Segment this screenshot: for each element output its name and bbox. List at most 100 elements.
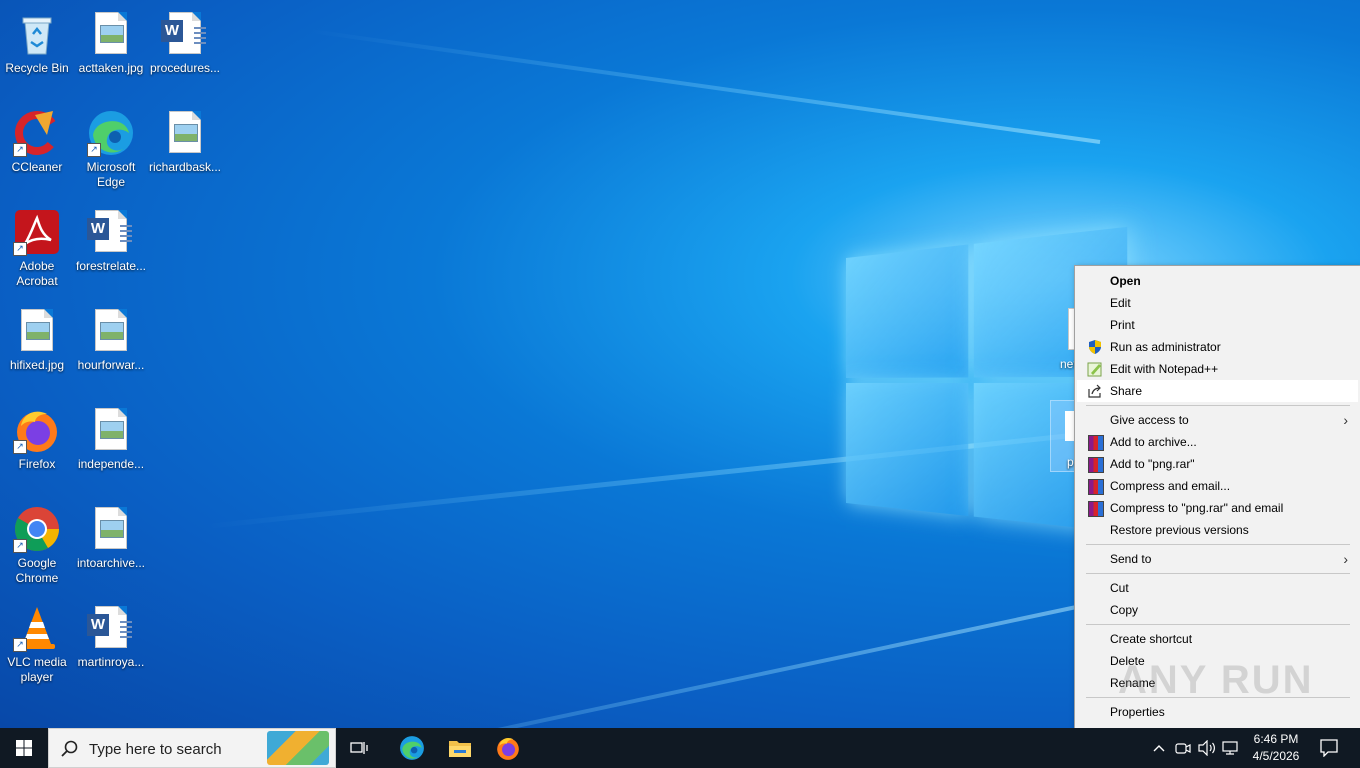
desktop-icon-richardbask[interactable]: richardbask... [148, 103, 222, 175]
camera-icon [1175, 741, 1191, 755]
tray-network-button[interactable] [1220, 728, 1242, 768]
desktop-icon-label: Microsoft Edge [74, 160, 148, 190]
task-view-button[interactable] [340, 728, 380, 768]
chevron-right-icon: › [1343, 409, 1348, 431]
chrome-icon: ↗ [13, 505, 61, 553]
desktop-icon-hifixed[interactable]: hifixed.jpg [0, 301, 74, 373]
menu-item-add-to-png-rar[interactable]: Add to "png.rar" [1077, 453, 1358, 475]
menu-item-label: Open [1110, 270, 1141, 292]
menu-item-add-to-archive[interactable]: Add to archive... [1077, 431, 1358, 453]
firefox-icon [495, 735, 521, 761]
menu-item-copy[interactable]: Copy [1077, 599, 1358, 621]
desktop-icon-label: intoarchive... [74, 556, 148, 571]
menu-item-label: Copy [1110, 599, 1138, 621]
desktop-icon-chrome[interactable]: ↗ Google Chrome [0, 499, 74, 586]
image-file-icon [87, 505, 135, 553]
desktop-icon-edge[interactable]: ↗ Microsoft Edge [74, 103, 148, 190]
tray-clock[interactable]: 6:46 PM 4/5/2026 [1246, 728, 1306, 768]
winrar-icon [1087, 456, 1103, 472]
taskbar: Type here to search 6:46 PM 4/5/2026 [0, 728, 1360, 768]
desktop-icon-label: Firefox [0, 457, 74, 472]
light-beam [170, 600, 1100, 728]
image-file-icon [87, 10, 135, 58]
image-file-icon [13, 307, 61, 355]
file-explorer-icon [448, 738, 472, 758]
menu-item-compress-email[interactable]: Compress and email... [1077, 475, 1358, 497]
image-file-icon [87, 307, 135, 355]
menu-item-run-as-admin[interactable]: Run as administrator [1077, 336, 1358, 358]
menu-item-label: Compress and email... [1110, 475, 1230, 497]
volume-icon [1198, 740, 1216, 756]
desktop-icon-label: CCleaner [0, 160, 74, 175]
menu-item-restore-versions[interactable]: Restore previous versions [1077, 519, 1358, 541]
desktop-icon-procedures[interactable]: W procedures... [148, 4, 222, 76]
menu-item-label: Print [1110, 314, 1135, 336]
menu-item-give-access[interactable]: Give access to › [1077, 409, 1358, 431]
winrar-icon [1087, 500, 1103, 516]
desktop-icon-label: procedures... [148, 61, 222, 76]
desktop-icon-acrobat[interactable]: ↗ Adobe Acrobat [0, 202, 74, 289]
taskbar-file-explorer-button[interactable] [438, 728, 482, 768]
desktop-icon-ccleaner[interactable]: ↗ CCleaner [0, 103, 74, 175]
chevron-right-icon: › [1343, 548, 1348, 570]
clock-time: 6:46 PM [1246, 732, 1306, 746]
taskbar-edge-button[interactable] [390, 728, 434, 768]
menu-item-label: Cut [1110, 577, 1129, 599]
logo-pane [846, 244, 968, 378]
menu-item-cut[interactable]: Cut [1077, 577, 1358, 599]
desktop-icon-independe[interactable]: independe... [74, 400, 148, 472]
desktop-icon-intoarchive[interactable]: intoarchive... [74, 499, 148, 571]
desktop-icon-label: martinroya... [74, 655, 148, 670]
desktop-icon-vlc[interactable]: ↗ VLC media player [0, 598, 74, 685]
menu-item-label: Properties [1110, 701, 1165, 723]
desktop-icon-label: hifixed.jpg [0, 358, 74, 373]
menu-item-share[interactable]: Share [1077, 380, 1358, 402]
menu-item-print[interactable]: Print [1077, 314, 1358, 336]
desktop-icon-acttaken[interactable]: acttaken.jpg [74, 4, 148, 76]
desktop-icon-hourforwar[interactable]: hourforwar... [74, 301, 148, 373]
menu-item-label: Send to [1110, 548, 1151, 570]
tray-volume-button[interactable] [1196, 728, 1218, 768]
menu-item-compress-png-rar-email[interactable]: Compress to "png.rar" and email [1077, 497, 1358, 519]
ccleaner-icon: ↗ [13, 109, 61, 157]
notification-icon [1320, 739, 1338, 757]
desktop-icon-martinroya[interactable]: W martinroya... [74, 598, 148, 670]
desktop-icon-label: Recycle Bin [0, 61, 74, 76]
word-document-icon: W [161, 10, 209, 58]
menu-item-label: Add to "png.rar" [1110, 453, 1195, 475]
tray-meet-now-button[interactable] [1172, 728, 1194, 768]
desktop-icon-firefox[interactable]: ↗ Firefox [0, 400, 74, 472]
menu-item-create-shortcut[interactable]: Create shortcut [1077, 628, 1358, 650]
menu-item-open[interactable]: Open [1077, 270, 1358, 292]
menu-separator [1086, 405, 1350, 406]
task-view-icon [350, 740, 370, 756]
action-center-button[interactable] [1310, 728, 1348, 768]
menu-separator [1086, 624, 1350, 625]
word-document-icon: W [87, 604, 135, 652]
image-file-icon [87, 406, 135, 454]
search-icon [61, 740, 79, 758]
clock-date: 4/5/2026 [1246, 749, 1306, 763]
desktop-icon-recycle-bin[interactable]: Recycle Bin [0, 4, 74, 76]
tray-overflow-button[interactable] [1148, 728, 1170, 768]
network-icon [1222, 740, 1240, 756]
image-file-icon [161, 109, 209, 157]
taskbar-search-box[interactable]: Type here to search [48, 728, 336, 768]
chevron-up-icon [1153, 744, 1165, 752]
menu-item-properties[interactable]: Properties [1077, 701, 1358, 723]
desktop-icon-label: VLC media player [0, 655, 74, 685]
edge-icon [399, 735, 425, 761]
recycle-bin-icon [13, 10, 61, 58]
logo-pane [846, 383, 968, 516]
firefox-icon: ↗ [13, 406, 61, 454]
menu-item-label: Compress to "png.rar" and email [1110, 497, 1283, 519]
menu-item-send-to[interactable]: Send to › [1077, 548, 1358, 570]
menu-item-notepadpp[interactable]: Edit with Notepad++ [1077, 358, 1358, 380]
desktop-icon-forestrelate[interactable]: W forestrelate... [74, 202, 148, 274]
taskbar-firefox-button[interactable] [486, 728, 530, 768]
shield-icon [1087, 339, 1103, 355]
menu-item-edit[interactable]: Edit [1077, 292, 1358, 314]
search-highlight-image [267, 731, 329, 765]
desktop-icon-label: hourforwar... [74, 358, 148, 373]
start-button[interactable] [0, 728, 48, 768]
